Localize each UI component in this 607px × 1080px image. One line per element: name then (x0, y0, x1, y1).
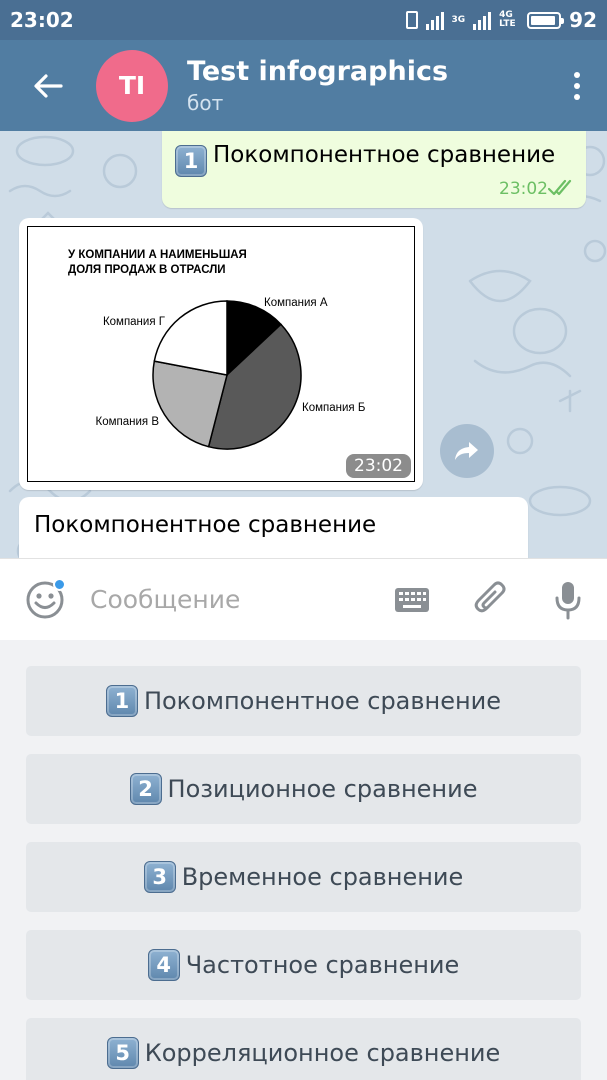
network-type-4g: 4G LTE (499, 10, 516, 29)
keyboard-option-label: Покомпонентное сравнение (143, 687, 502, 715)
battery-fill (531, 15, 556, 25)
avatar-initials: TI (118, 71, 146, 100)
photo-message-time: 23:02 (346, 454, 411, 478)
keyboard-option-3[interactable]: 3 Временное сравнение (26, 842, 581, 912)
keycap-emoji: 2 (129, 773, 162, 805)
keyboard-option-5[interactable]: 5 Корреляционное сравнение (26, 1018, 581, 1080)
keyboard-option-4[interactable]: 4 Частотное сравнение (26, 930, 581, 1000)
keycap-emoji: 3 (143, 861, 176, 893)
attach-button[interactable] (451, 559, 529, 641)
keycap-emoji: 4 (147, 949, 180, 981)
battery-percent: 92 (569, 8, 597, 32)
input-actions (373, 559, 607, 641)
network-type-3g: 3G (451, 14, 466, 25)
chart-image[interactable]: У КОМПАНИИ А НАИМЕНЬШАЯ ДОЛЯ ПРОДАЖ В ОТ… (27, 226, 415, 482)
back-arrow-icon (34, 73, 63, 98)
chart-title-line2: ДОЛЯ ПРОДАЖ В ОТРАСЛИ (68, 264, 226, 276)
keyboard-option-label: Временное сравнение (181, 863, 464, 891)
status-time: 23:02 (10, 8, 74, 32)
photo-message[interactable]: У КОМПАНИИ А НАИМЕНЬШАЯ ДОЛЯ ПРОДАЖ В ОТ… (19, 218, 423, 490)
keyboard-button[interactable] (373, 559, 451, 641)
message-input[interactable] (90, 585, 370, 614)
chart-title-line1: У КОМПАНИИ А НАИМЕНЬШАЯ (68, 249, 247, 261)
message-input-bar (0, 558, 607, 640)
more-menu-button[interactable] (547, 40, 607, 131)
chat-subtitle: бот (187, 90, 224, 115)
pie-slice-label-1: Компания А (264, 297, 328, 309)
chat-header: TI Test infographics бот (0, 40, 607, 131)
status-bar: 23:02 3G 4G LTE 92 (0, 0, 607, 40)
share-button[interactable] (440, 424, 494, 478)
pie-slice-label-2: Компания Б (302, 402, 365, 414)
bot-keyboard: 1 Покомпонентное сравнение 2 Позиционное ср… (0, 640, 607, 1080)
pie-slice-4 (153, 300, 228, 376)
keyboard-option-label: Корреляционное сравнение (144, 1039, 501, 1067)
double-check-icon (548, 179, 572, 196)
back-button[interactable] (0, 40, 96, 131)
incoming-message[interactable]: Покомпонентное сравнение (19, 497, 528, 558)
outgoing-message-time: 23:02 (499, 179, 548, 199)
pie-slice-label-3: Компания В (96, 416, 160, 428)
avatar[interactable]: TI (96, 49, 168, 122)
status-icons: 3G 4G LTE 92 (405, 8, 597, 32)
more-vertical-icon (574, 71, 580, 78)
keyboard-option-1[interactable]: 1 Покомпонентное сравнение (26, 666, 581, 736)
pie-chart: У КОМПАНИИ А НАИМЕНЬШАЯ ДОЛЯ ПРОДАЖ В ОТ… (68, 249, 365, 450)
outgoing-message[interactable]: 1 Покомпонентное сравнение 23:02 (162, 131, 586, 208)
keyboard-option-2[interactable]: 2 Позиционное сравнение (26, 754, 581, 824)
keycap-one-emoji: 1 (175, 145, 207, 177)
pie-slice-label-4: Компания Г (103, 316, 166, 328)
battery-icon (527, 11, 565, 29)
voice-button[interactable] (529, 559, 607, 641)
keyboard-icon (395, 587, 429, 612)
share-arrow-icon (455, 442, 478, 460)
chat-title-block[interactable]: Test infographics бот (187, 55, 448, 117)
emoji-button[interactable] (0, 559, 90, 641)
keycap-emoji: 5 (106, 1037, 139, 1069)
emoji-notification-dot (53, 577, 66, 591)
microphone-icon (555, 581, 581, 619)
chat-area[interactable]: 1 Покомпонентное сравнение 23:02 У КОМПА… (0, 131, 607, 558)
signal-icon (425, 10, 444, 30)
keyboard-option-label: Частотное сравнение (185, 951, 460, 979)
vibrate-icon (405, 11, 418, 29)
signal-icon-2 (473, 10, 492, 30)
outgoing-message-text: Покомпонентное сравнение (213, 142, 556, 168)
paperclip-icon (474, 581, 506, 612)
keycap-emoji: 1 (105, 685, 138, 717)
chat-title: Test infographics (187, 55, 449, 87)
incoming-message-text: Покомпонентное сравнение (34, 512, 377, 538)
keyboard-option-label: Позиционное сравнение (167, 775, 478, 803)
